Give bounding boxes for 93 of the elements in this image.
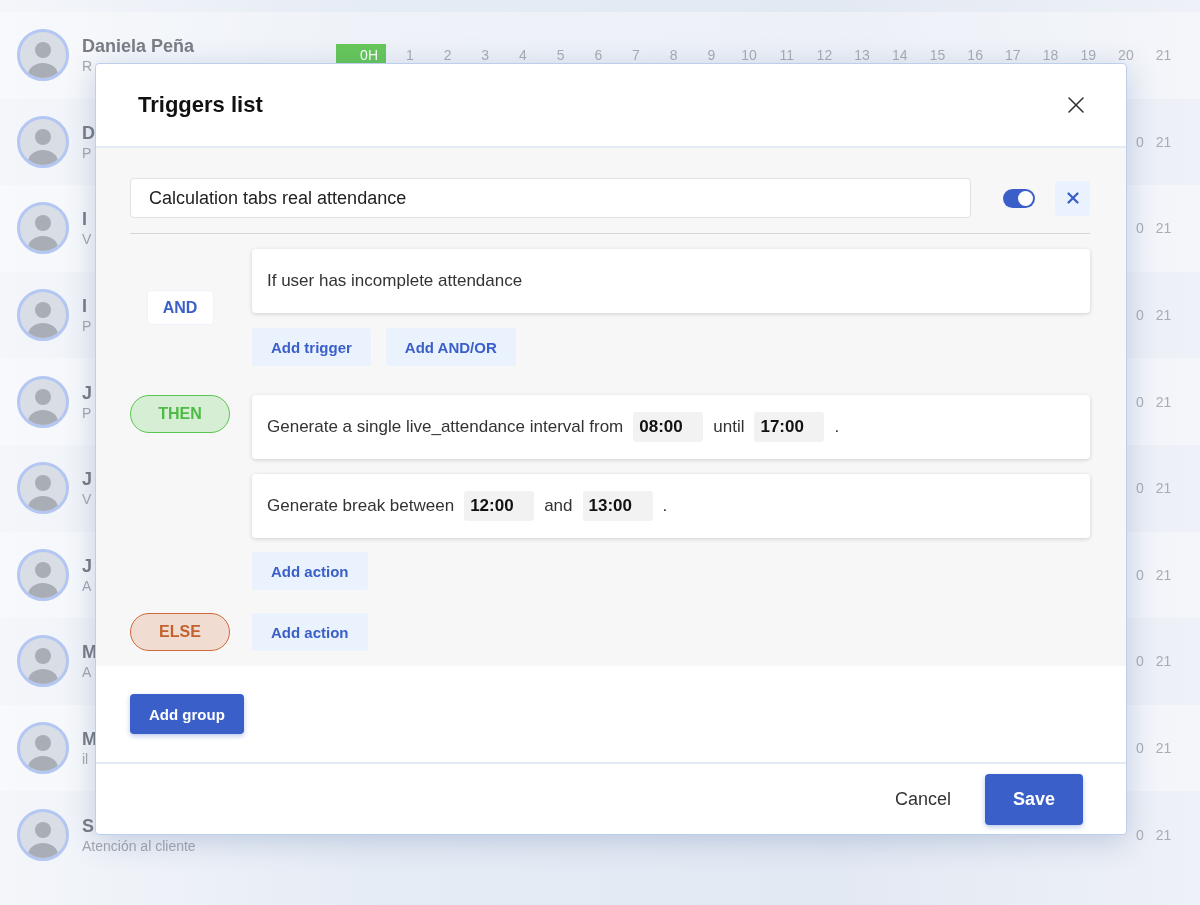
hour-label: 15 [928,47,947,64]
employee-role: R [82,57,93,76]
cancel-button[interactable]: Cancel [894,788,951,810]
save-button[interactable]: Save [984,773,1083,825]
avatar [17,115,69,168]
avatar [17,29,69,82]
time-field[interactable]: 12:00 [464,491,535,521]
hour-label: 19 [1079,47,1097,64]
avatar [17,722,69,775]
hour-label: 8 [668,47,679,64]
employee-role: P [82,317,92,336]
action-text: . [834,417,840,437]
hour-label: 21 [1154,826,1173,843]
hour-label: 21 [1154,47,1173,64]
employee-role: il [82,750,89,769]
branch-pill: THEN [130,395,230,433]
action-text: Generate a single live_attendance interval from [267,417,624,437]
hour-label: 21 [1154,393,1173,410]
dialog-title: Triggers list [138,92,263,118]
hour-label: 4 [518,47,528,64]
add-button[interactable]: Add AND/OR [385,328,516,366]
hour-label: 5 [555,47,566,64]
avatar [17,202,69,255]
hour-label: 0 [1134,393,1145,410]
action-text: and [544,496,573,516]
enable-toggle[interactable] [1003,188,1035,208]
employee-role: P [82,143,92,162]
hour-label: 18 [1041,47,1060,64]
delete-button[interactable] [1055,180,1090,216]
hour-label: 21 [1154,133,1173,150]
hour-label: 10 [740,47,758,64]
current-hour-badge: 0H [336,44,386,65]
action-text: until [713,417,745,437]
branch-pill: ELSE [130,613,230,651]
hour-label: 0 [1134,653,1145,670]
hour-label: 9 [706,47,717,64]
employee-role: P [82,403,92,422]
employee-name: I [82,208,87,231]
avatar [17,462,69,515]
hour-label: 0 [1134,740,1145,757]
time-field[interactable]: 13:00 [582,491,653,521]
time-field[interactable]: 17:00 [754,412,825,442]
hour-label: 21 [1154,740,1173,757]
add-action-button[interactable]: Add action [252,552,368,590]
hour-label: 0 [1134,480,1145,497]
employee-role: V [82,490,92,509]
action-text: Generate break between [267,496,455,516]
hour-label: 0 [1134,307,1145,324]
operator-badge[interactable]: AND [146,290,214,325]
employee-role: V [82,230,92,249]
employee-name: D [82,121,95,144]
add-button[interactable]: Add trigger [252,328,371,366]
avatar [17,635,69,688]
avatar [17,289,69,342]
condition-text: If user has incomplete attendance [267,271,523,291]
hour-label: 1 [404,47,415,64]
hour-label: 6 [593,47,604,64]
hour-label: 7 [631,47,641,64]
hour-label: 21 [1154,307,1173,324]
hour-label: 20 [1117,47,1135,64]
avatar [17,548,69,601]
hour-label: 2 [442,47,453,64]
hour-label: 17 [1004,47,1022,64]
employee-name: J [82,468,92,491]
employee-name: J [82,554,92,577]
hour-label: 21 [1154,480,1173,497]
employee-name: I [82,295,87,318]
add-group-button[interactable]: Add group [130,694,244,734]
hour-label: 0 [1134,566,1145,583]
employee-role: A [82,576,92,595]
hour-label: 14 [891,47,909,64]
trigger-name-field[interactable]: Calculation tabs real attendance [130,178,971,218]
time-field[interactable]: 08:00 [633,412,704,442]
hour-label: 21 [1154,220,1173,237]
employee-name: Daniela Peña [82,35,195,58]
employee-role: A [82,663,92,682]
action-text: . [662,496,668,516]
hour-label: 12 [815,47,834,64]
hour-label: 3 [480,47,491,64]
hour-label: 11 [778,47,795,64]
avatar [17,375,69,428]
avatar [17,808,69,861]
hour-label: 0 [1134,220,1145,237]
hour-label: 0 [1134,826,1145,843]
hour-label: 21 [1154,566,1173,583]
add-action-button[interactable]: Add action [252,613,368,651]
hour-label: 0 [1134,133,1145,150]
hour-label: 16 [966,47,984,64]
employee-name: S [82,814,94,837]
employee-role: Atención al cliente [82,836,196,855]
hour-label: 13 [853,47,871,64]
employee-name: J [82,381,92,404]
hour-label: 21 [1154,653,1173,670]
